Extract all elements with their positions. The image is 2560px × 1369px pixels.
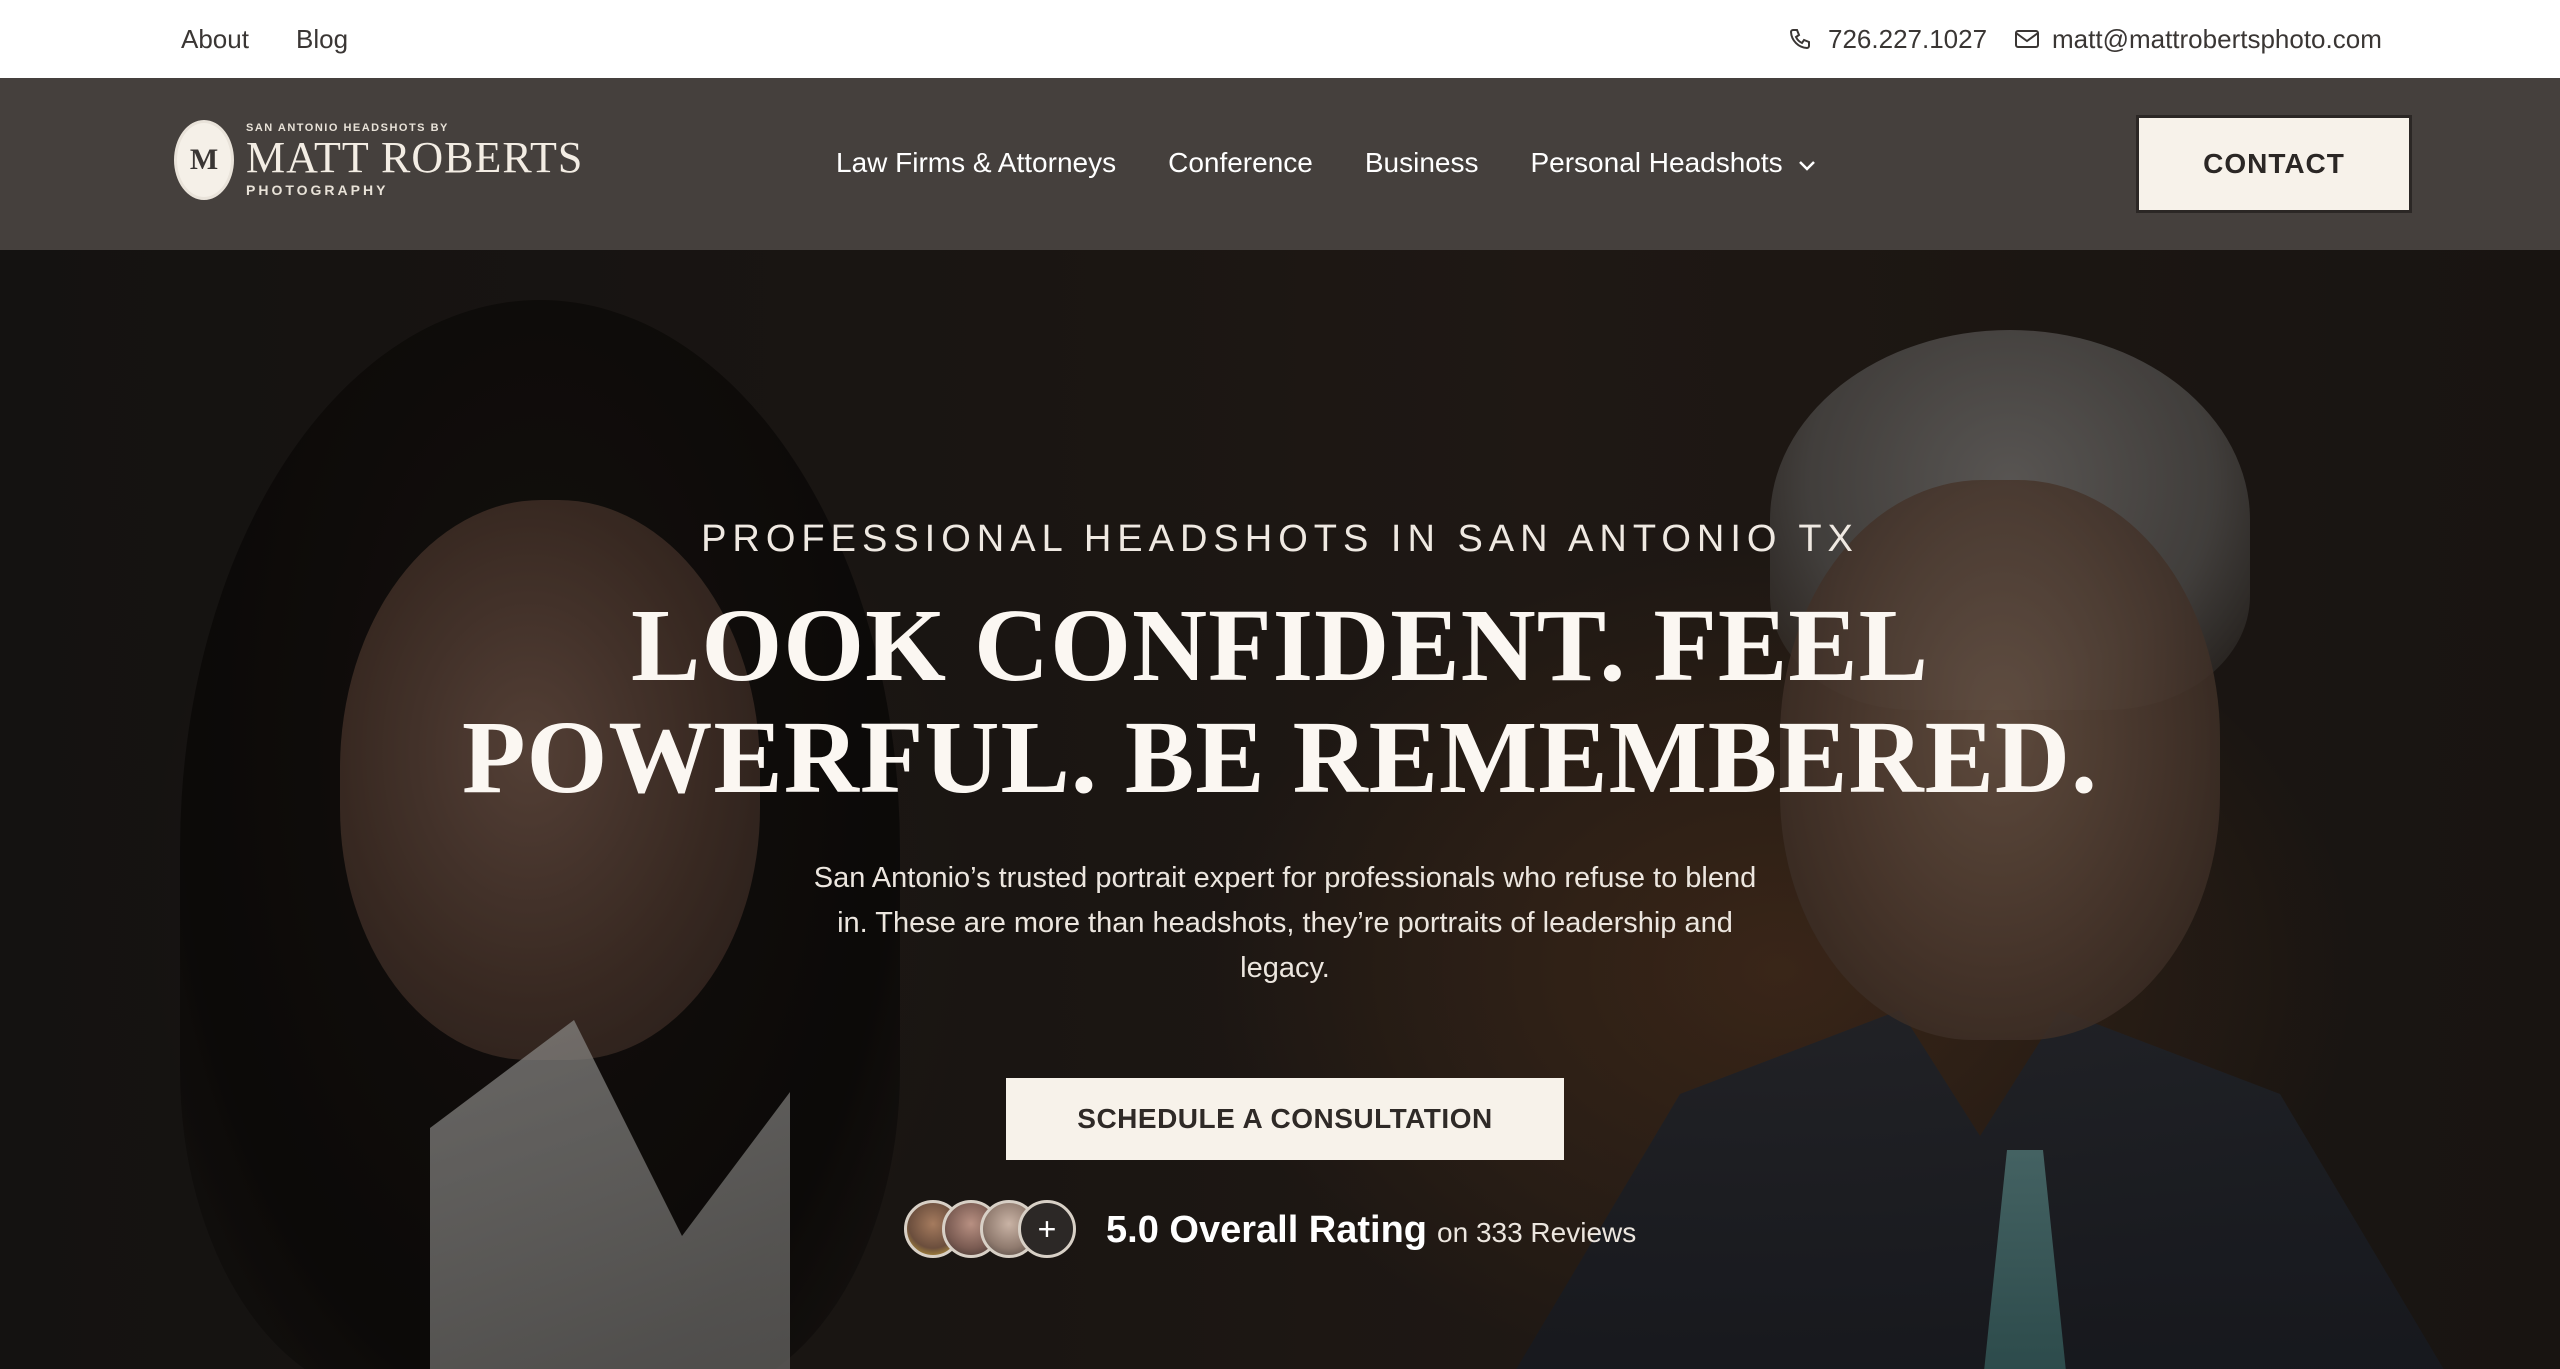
nav-personal-headshots[interactable]: Personal Headshots	[1530, 146, 1816, 180]
logo-name: MATT ROBERTS	[246, 133, 584, 182]
nav-business[interactable]: Business	[1365, 146, 1479, 180]
plus-icon: +	[1018, 1200, 1076, 1258]
monogram-badge: M	[174, 120, 234, 200]
main-header: M SAN ANTONIO HEADSHOTS BY MATT ROBERTS …	[0, 78, 2560, 250]
nav-label: Conference	[1168, 147, 1313, 178]
nav-conference[interactable]: Conference	[1168, 146, 1313, 180]
logo-subtitle: PHOTOGRAPHY	[246, 182, 389, 198]
nav-label: Business	[1364, 147, 1479, 178]
monogram-letter: M	[189, 143, 219, 176]
blog-link[interactable]: Blog	[296, 24, 348, 54]
hero-headline: LOOK CONFIDENT. FEEL POWERFUL. BE REMEMB…	[0, 590, 2560, 814]
reviewer-avatars: +	[904, 1200, 1078, 1260]
schedule-consultation-button[interactable]: SCHEDULE A CONSULTATION	[1006, 1078, 1564, 1160]
logo-text: SAN ANTONIO HEADSHOTS BY MATT ROBERTS PH…	[246, 122, 583, 198]
email-address: matt@mattrobertsphoto.com	[2052, 24, 2382, 54]
phone-link[interactable]: 726.227.1027	[1788, 24, 1987, 54]
nav-label: Personal Headshots	[1530, 147, 1783, 178]
email-link[interactable]: matt@mattrobertsphoto.com	[2014, 24, 2382, 54]
contact-button[interactable]: CONTACT	[2136, 115, 2412, 213]
rating-score: 5.0 Overall Rating	[1106, 1208, 1428, 1251]
about-link[interactable]: About	[181, 24, 249, 54]
hero-headline-line1: LOOK CONFIDENT. FEEL	[630, 588, 1929, 703]
top-utility-bar: About Blog 726.227.1027 matt@mattroberts…	[0, 0, 2560, 78]
phone-icon	[1788, 27, 1812, 51]
hero-eyebrow: PROFESSIONAL HEADSHOTS IN SAN ANTONIO TX	[701, 518, 1859, 560]
nav-law-firms[interactable]: Law Firms & Attorneys	[836, 146, 1116, 180]
site-logo[interactable]: M SAN ANTONIO HEADSHOTS BY MATT ROBERTS …	[174, 120, 583, 200]
chevron-down-icon	[1797, 146, 1817, 180]
main-nav: Law Firms & Attorneys Conference Busines…	[836, 146, 1817, 180]
hero-section: PROFESSIONAL HEADSHOTS IN SAN ANTONIO TX…	[0, 250, 2560, 1369]
phone-number: 726.227.1027	[1828, 24, 1988, 54]
rating-summary: + 5.0 Overall Rating on 333 Reviews	[904, 1200, 1636, 1260]
hero-subtext: San Antonio’s trusted portrait expert fo…	[813, 862, 1757, 984]
nav-label: Law Firms & Attorneys	[836, 147, 1117, 178]
hero-headline-line2: POWERFUL. BE REMEMBERED.	[461, 700, 2099, 815]
rating-count: on 333 Reviews	[1437, 1217, 1637, 1248]
mail-icon	[2014, 28, 2040, 50]
